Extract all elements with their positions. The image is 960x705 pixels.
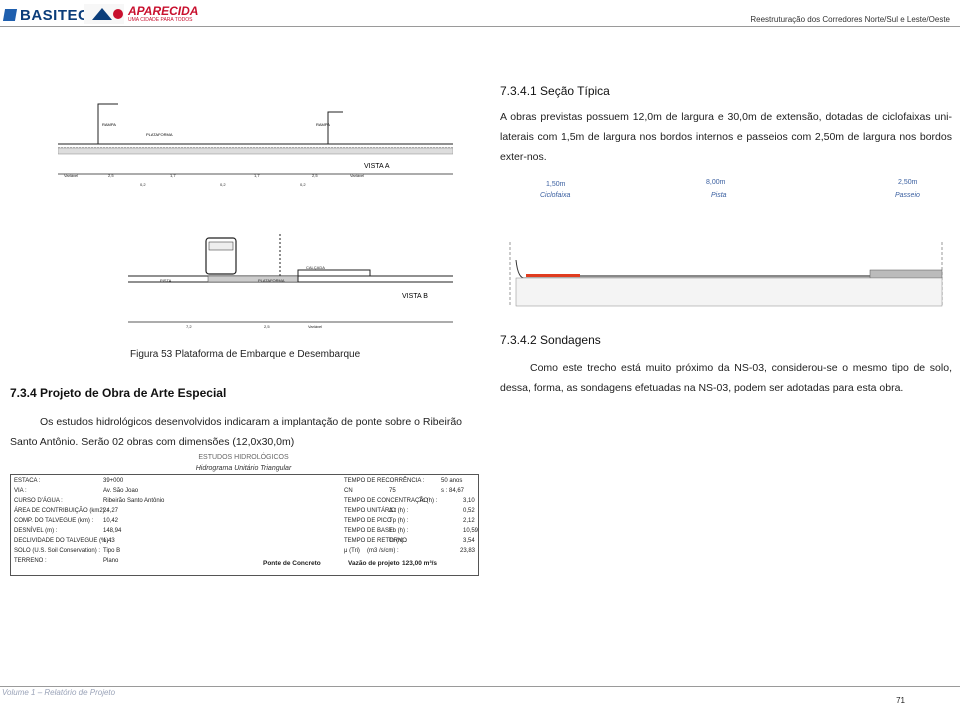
label-pista: Pista — [711, 192, 727, 199]
aparecida-slogan: UMA CIDADE PARA TODOS — [128, 17, 193, 23]
dim-b-3: Variável — [308, 324, 322, 329]
footer-divider — [0, 686, 960, 687]
vazao-value: 123,00 m³/s — [402, 560, 438, 567]
label-plataforma-b: PLATAFORMA — [258, 278, 285, 283]
left-value-7: 1,43 — [103, 538, 115, 544]
right-mid-8: (m3 /s/cm) : — [367, 548, 399, 554]
right-label-4: TEMPO UNITÁRIO — [344, 508, 396, 514]
basitec-logo: BASITEC — [2, 7, 89, 24]
dim-a-3: 1,7 — [170, 173, 176, 178]
dim-a2-2: 0,2 — [220, 182, 226, 187]
right-mid-5: Tp (h) : — [389, 518, 409, 524]
right-mid-7: Tr (h) : — [389, 538, 407, 544]
section-7342-paragraph: Como este trecho está muito próximo da N… — [500, 362, 952, 394]
left-value-2: Av. São Joao — [103, 488, 139, 494]
label-pista: PISTA — [160, 278, 172, 283]
dim-b-1: 7,2 — [186, 324, 192, 329]
right-mid-4: Δ t (h) : — [389, 508, 409, 514]
left-label-2: VIA : — [14, 488, 27, 494]
dim-a-5: 2,5 — [312, 173, 318, 178]
section-7342-title: 7.3.4.2 Sondagens — [500, 333, 601, 347]
dim-ciclofaixa: 1,50m — [546, 181, 566, 188]
dim-a2-1: 0,2 — [140, 182, 146, 187]
platform-drawing: RAMPA PLATAFORMA RAMPA VISTA A Variável … — [58, 103, 453, 329]
left-label-1: ESTACA : — [14, 478, 41, 484]
right-mid-2: 75 — [389, 488, 396, 494]
dim-b-2: 2,5 — [264, 324, 270, 329]
dim-a-2: 2,5 — [108, 173, 114, 178]
dim-a-4: 1,7 — [254, 173, 260, 178]
section-7341-paragraph: A obras previstas possuem 12,0m de largu… — [500, 111, 952, 163]
vista-a-label: VISTA A — [364, 163, 390, 170]
dim-a2-3: 0,2 — [300, 182, 306, 187]
aparecida-name: APARECIDA — [128, 4, 199, 18]
dim-a-1: Variável — [64, 173, 78, 178]
right-label-1: TEMPO DE RECORRÊNCIA : — [344, 478, 425, 484]
cross-section-drawing: 1,50m 8,00m 2,50m Ciclofaixa Pista Passe… — [509, 179, 943, 307]
figure-caption: Figura 53 Plataforma de Embarque e Desem… — [130, 349, 361, 360]
right-value-3: 3,10 — [463, 498, 475, 504]
basitec-mark-icon — [2, 9, 18, 21]
study-table: ESTACA : 39+000 VIA : Av. São Joao CURSO… — [10, 474, 479, 576]
label-plataforma-a: PLATAFORMA — [146, 132, 173, 137]
right-value-2: s : 84,67 — [441, 488, 465, 494]
right-value-4: 0,52 — [463, 508, 475, 514]
right-label-8: μ (Tri) — [344, 548, 360, 554]
left-label-9: TERRENO : — [14, 558, 47, 564]
label-rampa-1: RAMPA — [102, 122, 116, 127]
right-value-6: 10,59 — [463, 528, 479, 534]
label-calcada: CALÇADA — [306, 265, 325, 270]
left-value-6: 148,94 — [103, 528, 122, 534]
study-title: ESTUDOS HIDROLÓGICOS — [198, 454, 289, 461]
left-label-3: CURSO D'ÁGUA : — [14, 498, 63, 504]
right-value-8: 23,83 — [460, 548, 476, 554]
left-value-9: Plano — [103, 558, 119, 564]
left-label-5: COMP. DO TALVEGUE (km) : — [14, 518, 94, 524]
left-value-5: 10,42 — [103, 518, 119, 524]
section-734-title: 7.3.4 Projeto de Obra de Arte Especial — [10, 386, 227, 400]
dim-a-6: Variável — [350, 173, 364, 178]
left-label-6: DESNÍVEL (m) : — [14, 528, 58, 534]
vista-b-label: VISTA B — [402, 293, 428, 300]
left-value-4: 24,27 — [103, 508, 119, 514]
study-subtitle: Hidrograma Unitário Triangular — [195, 465, 292, 472]
vazao-label: Vazão de projeto — [348, 560, 400, 567]
right-mid-6: Tb (h) : — [389, 528, 409, 534]
left-label-8: SOLO (U.S. Soil Conservation) : — [14, 548, 101, 554]
dim-pista: 8,00m — [706, 179, 726, 186]
header-title: Reestruturação dos Corredores Norte/Sul … — [750, 15, 950, 24]
section-7341-title: 7.3.4.1 Seção Típica — [500, 84, 610, 98]
right-label-3: TEMPO DE CONCENTRAÇÃO — [344, 498, 429, 504]
right-label-5: TEMPO DE PICO — [344, 518, 392, 524]
right-label-2: CN — [344, 488, 353, 494]
right-value-7: 3,54 — [463, 538, 475, 544]
left-value-8: Tipo B — [103, 548, 121, 554]
label-ciclofaixa: Ciclofaixa — [540, 192, 570, 199]
footer-volume: Volume 1 – Relatório de Projeto — [2, 688, 116, 697]
section-734-paragraph: Os estudos hidrológicos desenvolvidos in… — [10, 416, 462, 448]
left-value-3: Ribeirão Santo Antônio — [103, 498, 165, 504]
left-label-4: ÁREA DE CONTRIBUIÇÃO (km2) : — [14, 508, 109, 514]
header-divider — [0, 26, 960, 27]
label-passeio: Passeio — [895, 192, 920, 199]
right-mid-3: Tc (h) : — [419, 498, 438, 504]
label-rampa-2: RAMPA — [316, 122, 330, 127]
right-label-6: TEMPO DE BASE — [344, 528, 394, 534]
left-label-7: DECLIVIDADE DO TALVEGUE (%) : — [14, 538, 112, 544]
dim-passeio: 2,50m — [898, 179, 918, 186]
left-value-1: 39+000 — [103, 478, 124, 484]
right-value-5: 2,12 — [463, 518, 475, 524]
right-value-1: 50 anos — [441, 478, 463, 484]
ponte-label: Ponte de Concreto — [263, 560, 321, 567]
